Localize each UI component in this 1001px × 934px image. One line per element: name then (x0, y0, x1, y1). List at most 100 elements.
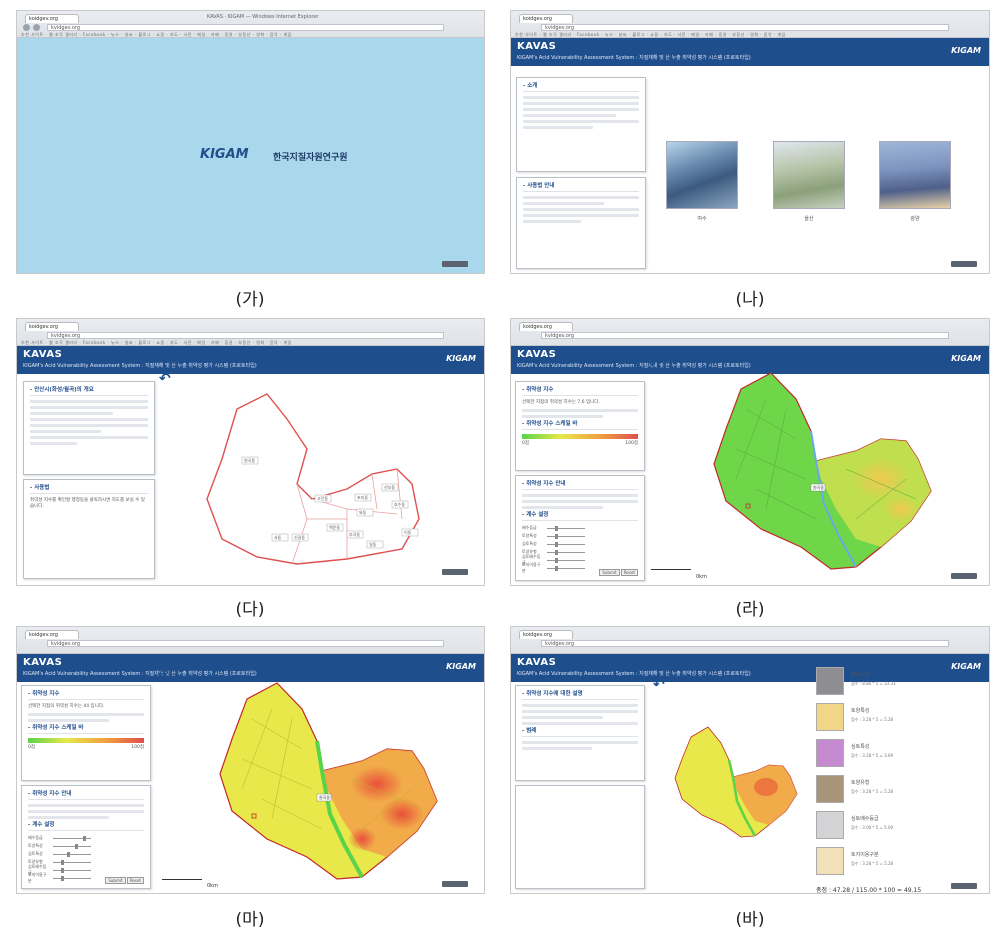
back-arrow-icon[interactable]: ↶ (653, 677, 665, 693)
screenshot-na: koidgev.org kvidgev.org 추천 사이트 · 웹 조각 갤러… (510, 10, 990, 274)
browser-chrome: koidgev.org KAVAS · KIGAM — Windows Inte… (17, 11, 484, 38)
scale-text: 0km (207, 883, 218, 889)
window-title: KAVAS · KIGAM — Windows Internet Explore… (207, 14, 319, 20)
address-bar[interactable]: kvidgev.org (47, 24, 444, 31)
coef-title: - 계수 설정 (522, 512, 638, 521)
bookmarks-bar[interactable]: 추천 사이트 · 웹 조각 갤러리 · Facebook · 뉴스 · 날씨 ·… (515, 32, 985, 37)
download-widget[interactable] (951, 573, 977, 579)
download-widget[interactable] (951, 883, 977, 889)
scale-low: 0점 (522, 441, 530, 446)
map-hotspot (851, 457, 911, 501)
photo-yeosu[interactable] (666, 141, 738, 209)
desc-text (522, 704, 638, 725)
about-box: - 소개 (516, 77, 646, 172)
app-title: KAVAS (23, 657, 63, 668)
reset-button[interactable]: Reset (620, 569, 638, 576)
coef-slider[interactable]: 심토특성 (28, 851, 144, 857)
district-label: 이동 (404, 529, 412, 535)
coef-label: 배수등급 (28, 835, 43, 840)
coef-slider[interactable]: 배수등급 (28, 835, 144, 841)
back-arrow-icon[interactable]: ↶ (649, 357, 661, 373)
coef-slider[interactable]: 배수등급 (522, 525, 638, 531)
browser-tab[interactable]: koidgev.org (25, 14, 79, 23)
kigam-logo: KIGAM (951, 662, 981, 671)
app-subtitle: KIGAM's Acid Vulnerability Assessment Sy… (517, 363, 751, 369)
index-notes (28, 713, 144, 722)
download-widget[interactable] (442, 569, 468, 575)
splash-logo: KIGAM (200, 147, 249, 162)
photo-label: 여수 (697, 216, 707, 222)
back-arrow-icon[interactable]: ↶ (157, 667, 169, 683)
legend-value: 점수 : 3.28 * 5 = 5.28 (851, 717, 894, 722)
address-bar[interactable]: kvidgev.org (47, 332, 444, 339)
map-hotspot (351, 766, 403, 802)
submit-button[interactable]: Submit (105, 877, 126, 884)
address-bar[interactable]: kvidgev.org (47, 640, 444, 647)
browser-tab[interactable]: koidgev.org (519, 14, 573, 23)
caption-ba: (바) (735, 910, 765, 930)
photo-gwangyang[interactable] (879, 141, 951, 209)
legend-name: 토양유형 (851, 780, 870, 786)
coef-slider[interactable]: 토양특성 (522, 533, 638, 539)
district-label: 부곡동 (349, 532, 360, 537)
scale-line (162, 879, 202, 880)
address-bar[interactable]: kvidgev.org (541, 640, 949, 647)
usage-box: - 사용법 안내 (516, 177, 646, 269)
bookmarks-bar[interactable]: 추천 사이트 · 웹 조각 갤러리 · Facebook · 뉴스 · 날씨 ·… (21, 32, 480, 37)
vulnerability-map-small[interactable] (671, 725, 801, 840)
browser-tab[interactable]: koidgev.org (25, 630, 79, 639)
kigam-logo: KIGAM (951, 354, 981, 363)
download-widget[interactable] (442, 261, 468, 267)
coef-label: 토양특성 (522, 533, 537, 538)
browser-chrome: koidgev.org kvidgev.org (17, 627, 484, 654)
desc-title: - 취약성 지수에 대한 설명 (522, 691, 638, 700)
scale-title: - 취약성 지수 스케일 바 (522, 421, 638, 430)
screenshot-ma: koidgev.org kvidgev.org KAVAS KIGAM's Ac… (16, 626, 485, 894)
guide-title: - 취약성 지수 안내 (28, 791, 144, 800)
bookmarks-bar[interactable]: 추천 사이트 · 웹 조각 갤러리 · Facebook · 뉴스 · 날씨 ·… (21, 340, 480, 345)
photo-label: 광양 (910, 216, 920, 222)
legend-swatch (816, 775, 844, 803)
download-widget[interactable] (951, 261, 977, 267)
address-bar[interactable]: kvidgev.org (541, 24, 949, 31)
district-boundary[interactable] (206, 393, 420, 565)
index-title: - 취약성 지수 (522, 387, 638, 396)
kigam-logo: KIGAM (446, 662, 476, 671)
area-label: 원곡동 (813, 484, 824, 490)
app-subtitle: KIGAM's Acid Vulnerability Assessment Sy… (517, 55, 751, 61)
about-text (523, 96, 639, 129)
area-label: 원곡동 (319, 794, 330, 800)
back-nav-icon[interactable] (23, 24, 30, 31)
usage-text (523, 196, 639, 223)
legend-value: 점수 : 3.28 * 5 = 5.28 (851, 789, 894, 794)
submit-button[interactable]: Submit (599, 569, 620, 576)
coef-label: 심토특성 (28, 851, 43, 856)
district-label: 호수동 (394, 501, 405, 507)
browser-tab[interactable]: koidgev.org (519, 630, 573, 639)
coef-label: 토지이용구분 (28, 872, 47, 883)
app-header: KAVAS KIGAM's Acid Vulnerability Assessm… (17, 346, 484, 374)
guide-box: - 취약성 지수 안내 - 계수 설정 배수등급 토양특성 심토특성 토양유형 … (515, 475, 645, 581)
map-hotspot (380, 798, 424, 830)
reset-button[interactable]: Reset (126, 877, 144, 884)
coef-slider[interactable]: 토양특성 (28, 843, 144, 849)
address-bar[interactable]: kvidgev.org (541, 332, 949, 339)
app-subtitle: KIGAM's Acid Vulnerability Assessment Sy… (23, 363, 257, 369)
back-arrow-icon[interactable]: ↶ (159, 371, 171, 387)
kigam-logo: KIGAM (951, 46, 981, 55)
browser-tab[interactable]: koidgev.org (25, 322, 79, 331)
coef-slider[interactable]: 심토특성 (522, 541, 638, 547)
district-label: 초지동 (357, 494, 368, 500)
photo-ulsan[interactable] (773, 141, 845, 209)
download-widget[interactable] (442, 881, 468, 887)
forward-nav-icon[interactable] (33, 24, 40, 31)
form-buttons: Submit Reset (599, 569, 638, 576)
vulnerability-map[interactable]: 원곡동 (212, 679, 462, 884)
kigam-logo: KIGAM (446, 354, 476, 363)
district-map: 원곡동 고잔동 초지동 선부동 와동 호수동 신길동 백운동 부곡동 일동 이동… (206, 393, 420, 565)
legend-value: 점수 : 8.80 * 5 = 33.33 (851, 681, 896, 686)
browser-tab[interactable]: koidgev.org (519, 322, 573, 331)
detail-text (522, 741, 638, 750)
vulnerability-map[interactable]: 원곡동 (706, 369, 956, 574)
district-label: 사동 (274, 534, 282, 540)
